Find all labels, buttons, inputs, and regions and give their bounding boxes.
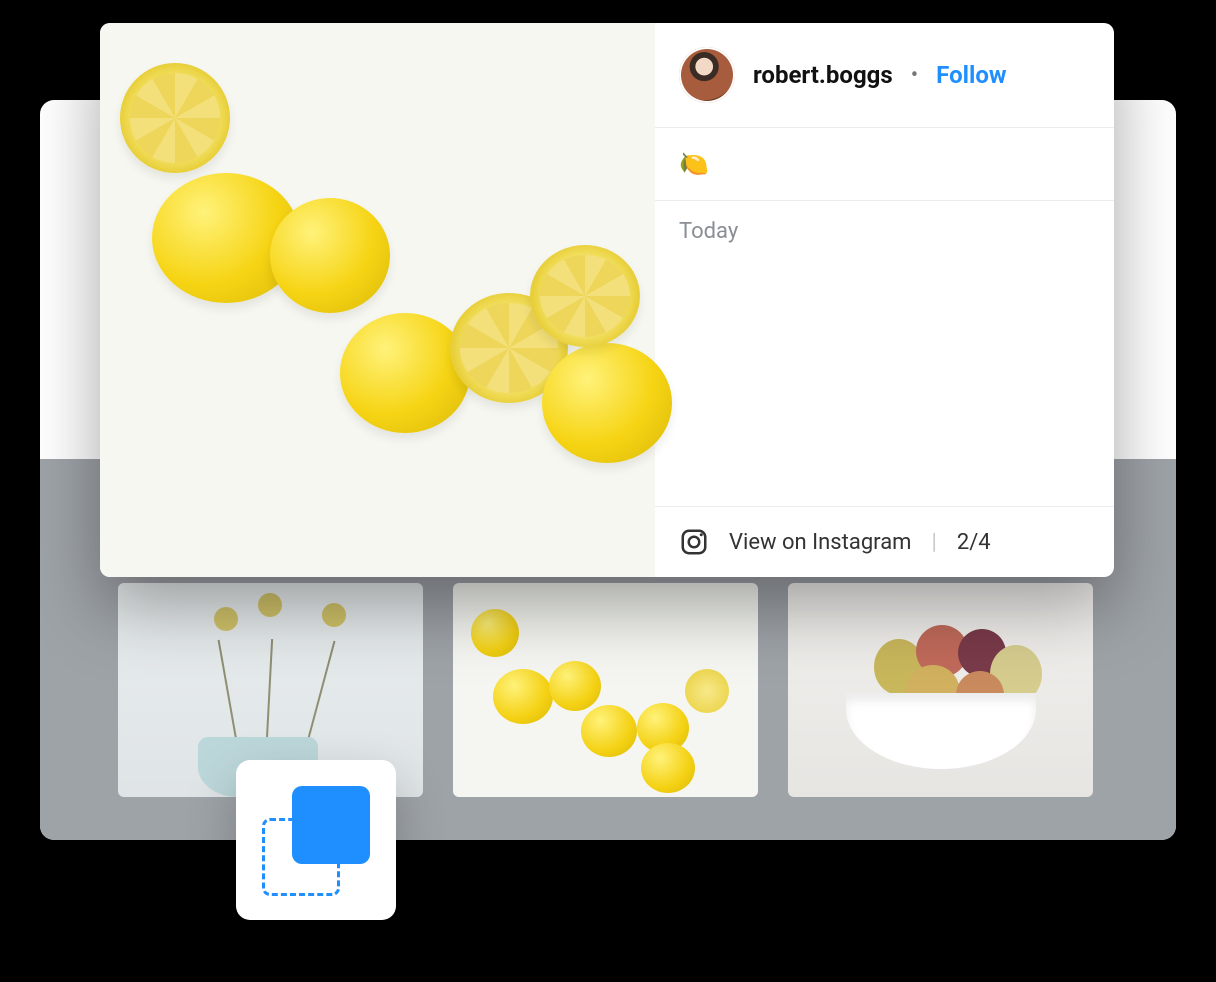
post-caption: 🍋 [655,128,1114,201]
gallery-thumb-2[interactable] [453,583,758,797]
post-footer: View on Instagram | 2/4 [655,506,1114,577]
instagram-icon [679,527,709,557]
separator-dot: • [911,63,918,88]
author-username[interactable]: robert.boggs [753,61,893,89]
author-avatar[interactable] [679,47,735,103]
follow-button[interactable]: Follow [936,61,1006,89]
footer-divider: | [931,530,936,555]
post-sidebar: robert.boggs • Follow 🍋 Today View on In… [655,23,1114,577]
popup-feature-badge [236,760,396,920]
view-on-instagram-link[interactable]: View on Instagram [729,530,911,555]
popup-layers-icon-front [292,786,370,864]
post-timestamp: Today [655,201,1114,262]
post-image[interactable] [100,23,655,577]
post-lightbox: robert.boggs • Follow 🍋 Today View on In… [100,23,1114,577]
carousel-counter: 2/4 [957,530,991,555]
post-header: robert.boggs • Follow [655,23,1114,128]
gallery-thumb-3[interactable] [788,583,1093,797]
